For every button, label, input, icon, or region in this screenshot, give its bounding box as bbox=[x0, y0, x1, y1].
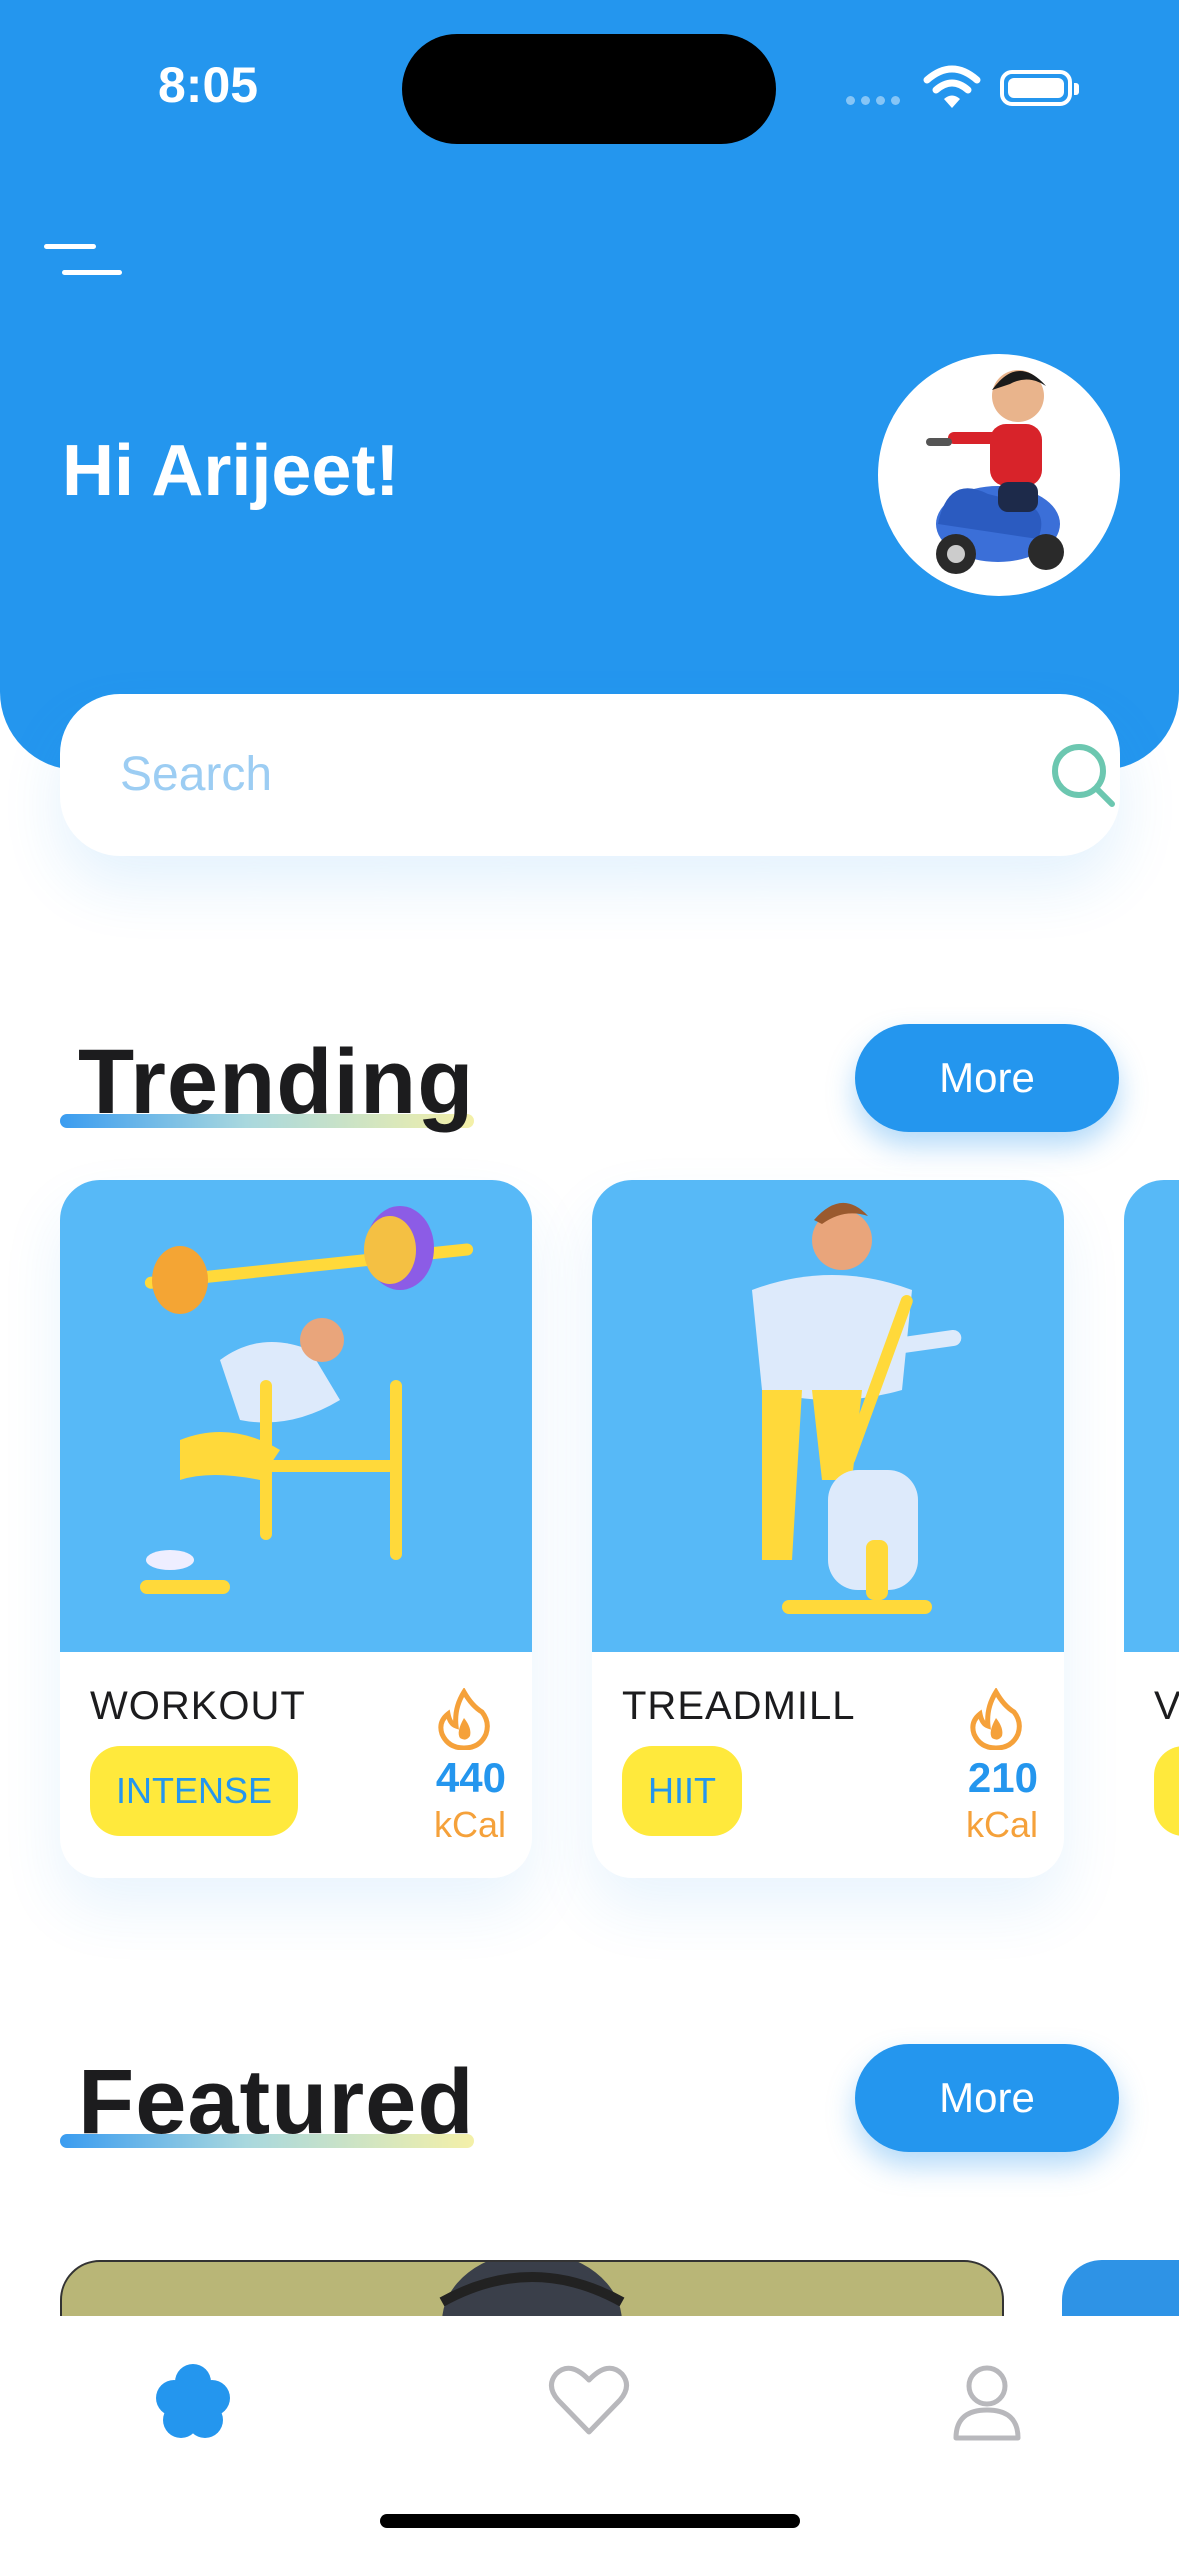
avatar[interactable] bbox=[878, 354, 1120, 596]
status-time: 8:05 bbox=[158, 57, 259, 113]
card-name: V bbox=[1154, 1684, 1179, 1728]
card-image bbox=[60, 1180, 532, 1652]
search-icon[interactable] bbox=[1048, 740, 1118, 810]
trending-card-workout[interactable]: WORKOUT INTENSE 440 kCal bbox=[60, 1180, 532, 1878]
card-image bbox=[1124, 1180, 1179, 1652]
workout-illustration bbox=[140, 1206, 474, 1594]
flame-icon bbox=[438, 1688, 490, 1750]
treadmill-illustration bbox=[752, 1202, 962, 1614]
card-image bbox=[592, 1180, 1064, 1652]
menu-icon[interactable] bbox=[44, 236, 124, 282]
card-tag[interactable]: INTENSE bbox=[90, 1746, 299, 1836]
flower-home-icon[interactable] bbox=[148, 2356, 238, 2446]
kcal-unit: kCal bbox=[965, 1804, 1038, 1845]
trending-more-button[interactable]: More bbox=[855, 1024, 1119, 1132]
trending-card-treadmill[interactable]: TREADMILL HIIT 210 kCal bbox=[592, 1180, 1064, 1878]
kcal-value: 440 bbox=[435, 1754, 506, 1801]
featured-title: Featured bbox=[78, 2051, 475, 2153]
card-name: WORKOUT bbox=[90, 1684, 306, 1728]
card-tag[interactable]: HIIT bbox=[622, 1746, 742, 1836]
kcal-value: 210 bbox=[967, 1754, 1038, 1801]
search-bar bbox=[60, 694, 1120, 856]
profile-icon[interactable] bbox=[942, 2356, 1032, 2446]
avatar-scooter-illustration bbox=[926, 370, 1064, 574]
home-indicator[interactable] bbox=[380, 2514, 800, 2528]
trending-title: Trending bbox=[78, 1031, 475, 1133]
wifi-icon bbox=[923, 65, 981, 108]
trending-card-partial[interactable]: V bbox=[1124, 1180, 1179, 1878]
card-name: TREADMILL bbox=[622, 1684, 856, 1728]
heart-icon[interactable] bbox=[544, 2356, 634, 2446]
card-tag bbox=[1154, 1746, 1179, 1836]
cellular-icon bbox=[846, 96, 900, 105]
kcal-unit: kCal bbox=[433, 1804, 506, 1845]
battery-icon bbox=[1000, 70, 1079, 106]
featured-more-button[interactable]: More bbox=[855, 2044, 1119, 2152]
search-input[interactable] bbox=[120, 734, 980, 814]
dynamic-island bbox=[402, 34, 776, 144]
flame-icon bbox=[970, 1688, 1022, 1750]
greeting: Hi Arijeet! bbox=[62, 431, 400, 511]
